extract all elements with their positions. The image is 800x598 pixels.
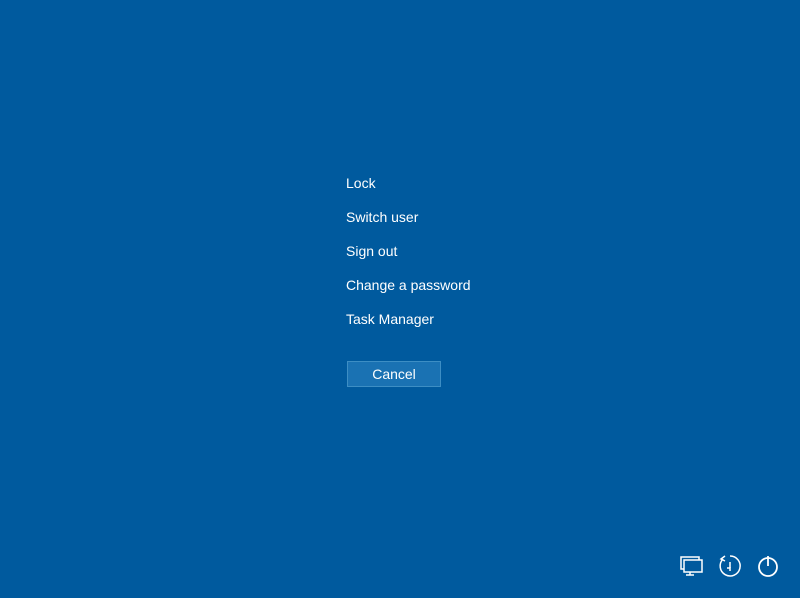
sign-out-option[interactable]: Sign out — [346, 234, 471, 268]
task-manager-option[interactable]: Task Manager — [346, 302, 471, 336]
lock-option[interactable]: Lock — [346, 166, 471, 200]
power-icon[interactable] — [756, 554, 780, 578]
switch-user-option[interactable]: Switch user — [346, 200, 471, 234]
cancel-button[interactable]: Cancel — [347, 361, 441, 387]
change-password-option[interactable]: Change a password — [346, 268, 471, 302]
ease-of-access-icon[interactable] — [718, 554, 742, 578]
bottom-toolbar — [680, 554, 780, 578]
security-options-menu: Lock Switch user Sign out Change a passw… — [346, 166, 471, 336]
network-icon[interactable] — [680, 554, 704, 578]
